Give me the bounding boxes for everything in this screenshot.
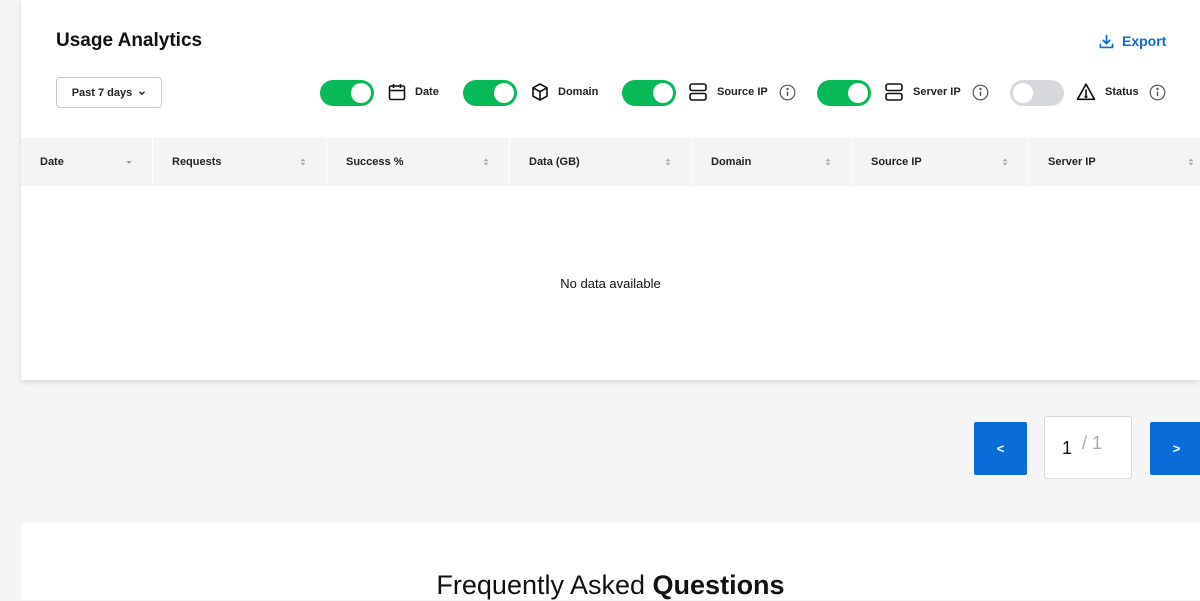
- column-label: Success %: [346, 156, 404, 168]
- chevron-down-icon: [139, 90, 146, 95]
- date-range-dropdown[interactable]: Past 7 days: [56, 77, 162, 108]
- column-label: Requests: [172, 156, 222, 168]
- server-ip-toggle[interactable]: [817, 80, 871, 106]
- faq-heading: Frequently Asked Questions: [21, 570, 1200, 601]
- column-header-success[interactable]: Success %: [327, 138, 510, 186]
- info-icon[interactable]: [779, 84, 796, 101]
- faq-heading-bold: Questions: [652, 570, 785, 600]
- page-title: Usage Analytics: [56, 30, 203, 51]
- sort-desc-icon: [126, 158, 132, 166]
- export-label: Export: [1122, 33, 1167, 49]
- domain-toggle[interactable]: [463, 80, 517, 106]
- date-filter-label: Date: [415, 86, 439, 98]
- table-header: Date Requests Success % Data (GB) Domain: [21, 138, 1200, 186]
- sort-icon: [665, 158, 671, 166]
- sort-icon: [825, 158, 831, 166]
- download-icon: [1099, 34, 1114, 48]
- faq-heading-regular: Frequently Asked: [436, 570, 646, 600]
- column-header-requests[interactable]: Requests: [153, 138, 327, 186]
- total-pages: / 1: [1082, 433, 1103, 453]
- next-page-button[interactable]: >: [1150, 422, 1200, 475]
- date-toggle[interactable]: [320, 80, 374, 106]
- date-range-label: Past 7 days: [71, 86, 133, 99]
- sort-icon: [1002, 158, 1008, 166]
- export-button[interactable]: Export: [1099, 33, 1166, 49]
- info-icon[interactable]: [972, 84, 989, 101]
- column-label: Date: [40, 156, 64, 168]
- column-label: Server IP: [1048, 156, 1096, 168]
- column-header-date[interactable]: Date: [21, 138, 153, 186]
- info-icon[interactable]: [1149, 84, 1166, 101]
- calendar-icon: [387, 82, 407, 102]
- prev-page-button[interactable]: <: [974, 422, 1027, 475]
- server-icon: [688, 82, 708, 102]
- faq-section: Frequently Asked Questions: [21, 523, 1200, 600]
- status-toggle[interactable]: [1010, 80, 1064, 106]
- domain-filter-label: Domain: [558, 86, 599, 98]
- source-ip-toggle[interactable]: [622, 80, 676, 106]
- server-icon: [884, 82, 904, 102]
- usage-analytics-card: Usage Analytics Export Past 7 days Date …: [21, 0, 1200, 380]
- column-label: Domain: [711, 156, 752, 168]
- empty-state-text: No data available: [560, 276, 661, 291]
- warning-icon: [1076, 82, 1096, 102]
- page-number-input[interactable]: 1 / 1: [1044, 416, 1132, 479]
- sort-icon: [300, 158, 306, 166]
- server-ip-filter-label: Server IP: [913, 86, 961, 98]
- column-header-source-ip[interactable]: Source IP: [852, 138, 1029, 186]
- source-ip-filter-label: Source IP: [717, 86, 768, 98]
- status-filter-label: Status: [1105, 86, 1139, 98]
- cube-icon: [530, 82, 550, 102]
- column-label: Data (GB): [529, 156, 580, 168]
- sort-icon: [1188, 158, 1194, 166]
- column-header-data[interactable]: Data (GB): [510, 138, 692, 186]
- column-label: Source IP: [871, 156, 922, 168]
- column-header-server-ip[interactable]: Server IP: [1029, 138, 1200, 186]
- current-page: 1: [1062, 438, 1073, 458]
- column-header-domain[interactable]: Domain: [692, 138, 852, 186]
- sort-icon: [483, 158, 489, 166]
